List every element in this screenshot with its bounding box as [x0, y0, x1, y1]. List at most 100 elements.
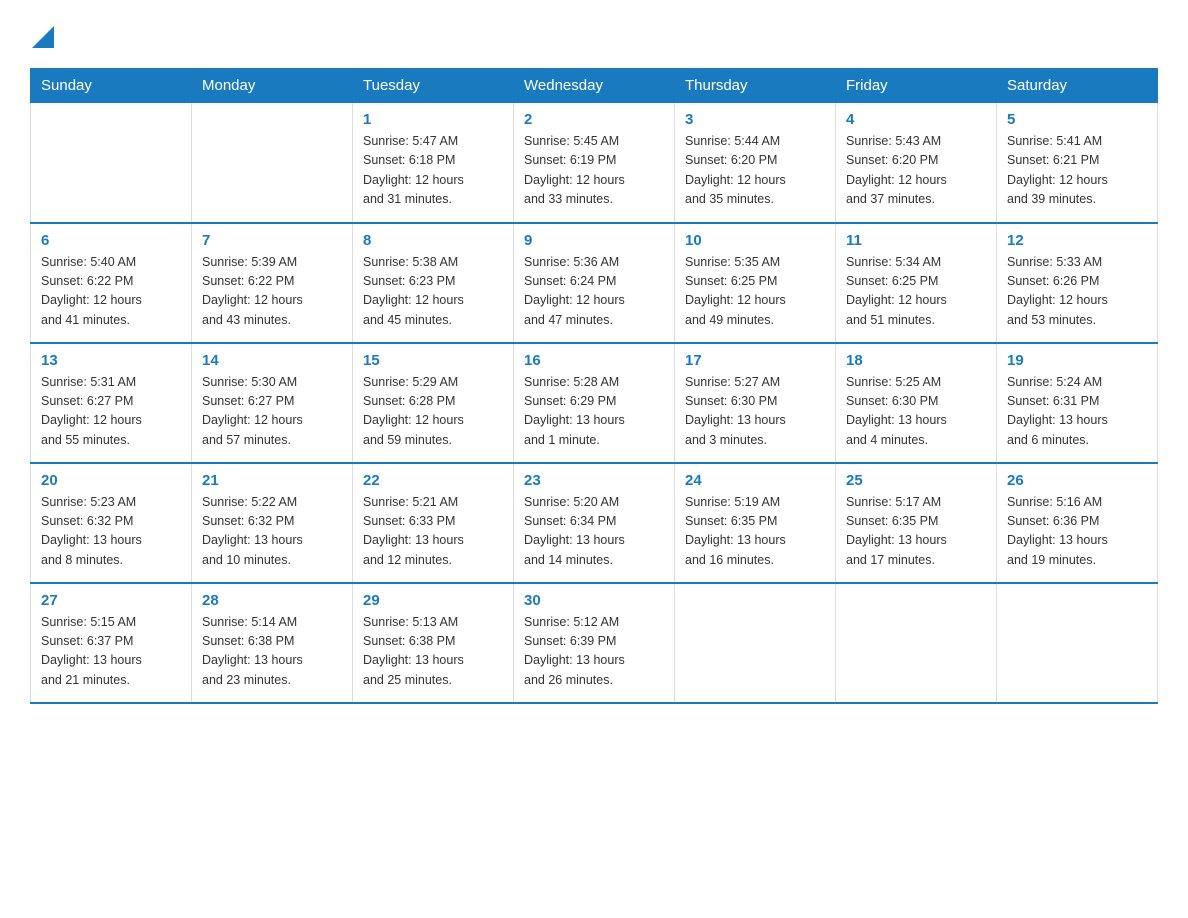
calendar-week-row: 27 Sunrise: 5:15 AM Sunset: 6:37 PM Dayli… — [31, 583, 1158, 703]
day-number: 13 — [41, 352, 181, 369]
calendar-table: SundayMondayTuesdayWednesdayThursdayFrid… — [30, 68, 1158, 704]
day-number: 20 — [41, 472, 181, 489]
day-number: 28 — [202, 592, 342, 609]
day-number: 21 — [202, 472, 342, 489]
weekday-header: Thursday — [675, 69, 836, 103]
day-number: 5 — [1007, 111, 1147, 128]
calendar-cell: 14 Sunrise: 5:30 AM Sunset: 6:27 PM Dayli… — [192, 343, 353, 463]
day-number: 24 — [685, 472, 825, 489]
day-number: 10 — [685, 232, 825, 249]
day-number: 26 — [1007, 472, 1147, 489]
calendar-cell: 15 Sunrise: 5:29 AM Sunset: 6:28 PM Dayli… — [353, 343, 514, 463]
calendar-week-row: 13Sunrise: 5:31 AM Sunset: 6:27 PM Dayli… — [31, 343, 1158, 463]
calendar-header-row: SundayMondayTuesdayWednesdayThursdayFrid… — [31, 69, 1158, 103]
day-info: Sunrise: 5:20 AM Sunset: 6:34 PM Dayligh… — [524, 493, 664, 571]
day-number: 16 — [524, 352, 664, 369]
day-info: Sunrise: 5:38 AM Sunset: 6:23 PM Dayligh… — [363, 253, 503, 331]
day-number: 29 — [363, 592, 503, 609]
day-number: 18 — [846, 352, 986, 369]
calendar-cell: 11 Sunrise: 5:34 AM Sunset: 6:25 PM Dayli… — [836, 223, 997, 343]
day-number: 19 — [1007, 352, 1147, 369]
day-info: Sunrise: 5:27 AM Sunset: 6:30 PM Dayligh… — [685, 373, 825, 451]
calendar-week-row: 6 Sunrise: 5:40 AM Sunset: 6:22 PM Daylig… — [31, 223, 1158, 343]
day-info: Sunrise: 5:36 AM Sunset: 6:24 PM Dayligh… — [524, 253, 664, 331]
calendar-cell: 3 Sunrise: 5:44 AM Sunset: 6:20 PM Daylig… — [675, 103, 836, 223]
calendar-cell — [997, 583, 1158, 703]
calendar-cell: 30 Sunrise: 5:12 AM Sunset: 6:39 PM Dayli… — [514, 583, 675, 703]
logo — [30, 30, 54, 48]
calendar-cell: 23 Sunrise: 5:20 AM Sunset: 6:34 PM Dayli… — [514, 463, 675, 583]
day-info: Sunrise: 5:24 AM Sunset: 6:31 PM Dayligh… — [1007, 373, 1147, 451]
calendar-cell: 20Sunrise: 5:23 AM Sunset: 6:32 PM Dayli… — [31, 463, 192, 583]
day-number: 23 — [524, 472, 664, 489]
day-number: 7 — [202, 232, 342, 249]
day-number: 6 — [41, 232, 181, 249]
calendar-cell: 4 Sunrise: 5:43 AM Sunset: 6:20 PM Daylig… — [836, 103, 997, 223]
day-info: Sunrise: 5:14 AM Sunset: 6:38 PM Dayligh… — [202, 613, 342, 691]
calendar-cell: 26 Sunrise: 5:16 AM Sunset: 6:36 PM Dayli… — [997, 463, 1158, 583]
weekday-header: Sunday — [31, 69, 192, 103]
calendar-cell: 25Sunrise: 5:17 AM Sunset: 6:35 PM Dayli… — [836, 463, 997, 583]
day-info: Sunrise: 5:22 AM Sunset: 6:32 PM Dayligh… — [202, 493, 342, 571]
day-info: Sunrise: 5:33 AM Sunset: 6:26 PM Dayligh… — [1007, 253, 1147, 331]
calendar-cell: 19 Sunrise: 5:24 AM Sunset: 6:31 PM Dayli… — [997, 343, 1158, 463]
calendar-cell: 24 Sunrise: 5:19 AM Sunset: 6:35 PM Dayli… — [675, 463, 836, 583]
calendar-cell: 9Sunrise: 5:36 AM Sunset: 6:24 PM Daylig… — [514, 223, 675, 343]
calendar-week-row: 1Sunrise: 5:47 AM Sunset: 6:18 PM Daylig… — [31, 103, 1158, 223]
day-info: Sunrise: 5:34 AM Sunset: 6:25 PM Dayligh… — [846, 253, 986, 331]
day-info: Sunrise: 5:15 AM Sunset: 6:37 PM Dayligh… — [41, 613, 181, 691]
weekday-header: Saturday — [997, 69, 1158, 103]
calendar-cell: 12Sunrise: 5:33 AM Sunset: 6:26 PM Dayli… — [997, 223, 1158, 343]
day-info: Sunrise: 5:41 AM Sunset: 6:21 PM Dayligh… — [1007, 132, 1147, 210]
day-number: 17 — [685, 352, 825, 369]
calendar-cell: 5 Sunrise: 5:41 AM Sunset: 6:21 PM Daylig… — [997, 103, 1158, 223]
day-info: Sunrise: 5:19 AM Sunset: 6:35 PM Dayligh… — [685, 493, 825, 571]
calendar-cell: 6 Sunrise: 5:40 AM Sunset: 6:22 PM Daylig… — [31, 223, 192, 343]
calendar-week-row: 20Sunrise: 5:23 AM Sunset: 6:32 PM Dayli… — [31, 463, 1158, 583]
day-number: 27 — [41, 592, 181, 609]
weekday-header: Tuesday — [353, 69, 514, 103]
calendar-cell: 18 Sunrise: 5:25 AM Sunset: 6:30 PM Dayli… — [836, 343, 997, 463]
day-info: Sunrise: 5:12 AM Sunset: 6:39 PM Dayligh… — [524, 613, 664, 691]
logo-triangle-icon — [32, 26, 54, 48]
day-info: Sunrise: 5:44 AM Sunset: 6:20 PM Dayligh… — [685, 132, 825, 210]
day-info: Sunrise: 5:45 AM Sunset: 6:19 PM Dayligh… — [524, 132, 664, 210]
calendar-cell — [836, 583, 997, 703]
calendar-cell: 17 Sunrise: 5:27 AM Sunset: 6:30 PM Dayli… — [675, 343, 836, 463]
calendar-cell — [675, 583, 836, 703]
day-info: Sunrise: 5:29 AM Sunset: 6:28 PM Dayligh… — [363, 373, 503, 451]
calendar-cell: 29Sunrise: 5:13 AM Sunset: 6:38 PM Dayli… — [353, 583, 514, 703]
weekday-header: Monday — [192, 69, 353, 103]
calendar-cell: 10 Sunrise: 5:35 AM Sunset: 6:25 PM Dayli… — [675, 223, 836, 343]
day-info: Sunrise: 5:25 AM Sunset: 6:30 PM Dayligh… — [846, 373, 986, 451]
weekday-header: Friday — [836, 69, 997, 103]
day-number: 14 — [202, 352, 342, 369]
day-info: Sunrise: 5:47 AM Sunset: 6:18 PM Dayligh… — [363, 132, 503, 210]
calendar-cell: 13Sunrise: 5:31 AM Sunset: 6:27 PM Dayli… — [31, 343, 192, 463]
day-info: Sunrise: 5:28 AM Sunset: 6:29 PM Dayligh… — [524, 373, 664, 451]
calendar-cell: 2Sunrise: 5:45 AM Sunset: 6:19 PM Daylig… — [514, 103, 675, 223]
day-info: Sunrise: 5:39 AM Sunset: 6:22 PM Dayligh… — [202, 253, 342, 331]
day-number: 30 — [524, 592, 664, 609]
calendar-cell: 27 Sunrise: 5:15 AM Sunset: 6:37 PM Dayli… — [31, 583, 192, 703]
day-number: 8 — [363, 232, 503, 249]
day-number: 22 — [363, 472, 503, 489]
day-info: Sunrise: 5:40 AM Sunset: 6:22 PM Dayligh… — [41, 253, 181, 331]
day-info: Sunrise: 5:17 AM Sunset: 6:35 PM Dayligh… — [846, 493, 986, 571]
day-info: Sunrise: 5:35 AM Sunset: 6:25 PM Dayligh… — [685, 253, 825, 331]
calendar-cell — [192, 103, 353, 223]
day-number: 4 — [846, 111, 986, 128]
calendar-cell: 1Sunrise: 5:47 AM Sunset: 6:18 PM Daylig… — [353, 103, 514, 223]
calendar-cell: 8 Sunrise: 5:38 AM Sunset: 6:23 PM Daylig… — [353, 223, 514, 343]
page-header — [30, 20, 1158, 48]
calendar-cell: 7 Sunrise: 5:39 AM Sunset: 6:22 PM Daylig… — [192, 223, 353, 343]
calendar-cell — [31, 103, 192, 223]
day-number: 11 — [846, 232, 986, 249]
day-info: Sunrise: 5:16 AM Sunset: 6:36 PM Dayligh… — [1007, 493, 1147, 571]
day-number: 3 — [685, 111, 825, 128]
weekday-header: Wednesday — [514, 69, 675, 103]
day-info: Sunrise: 5:43 AM Sunset: 6:20 PM Dayligh… — [846, 132, 986, 210]
calendar-cell: 22Sunrise: 5:21 AM Sunset: 6:33 PM Dayli… — [353, 463, 514, 583]
day-info: Sunrise: 5:30 AM Sunset: 6:27 PM Dayligh… — [202, 373, 342, 451]
day-number: 15 — [363, 352, 503, 369]
